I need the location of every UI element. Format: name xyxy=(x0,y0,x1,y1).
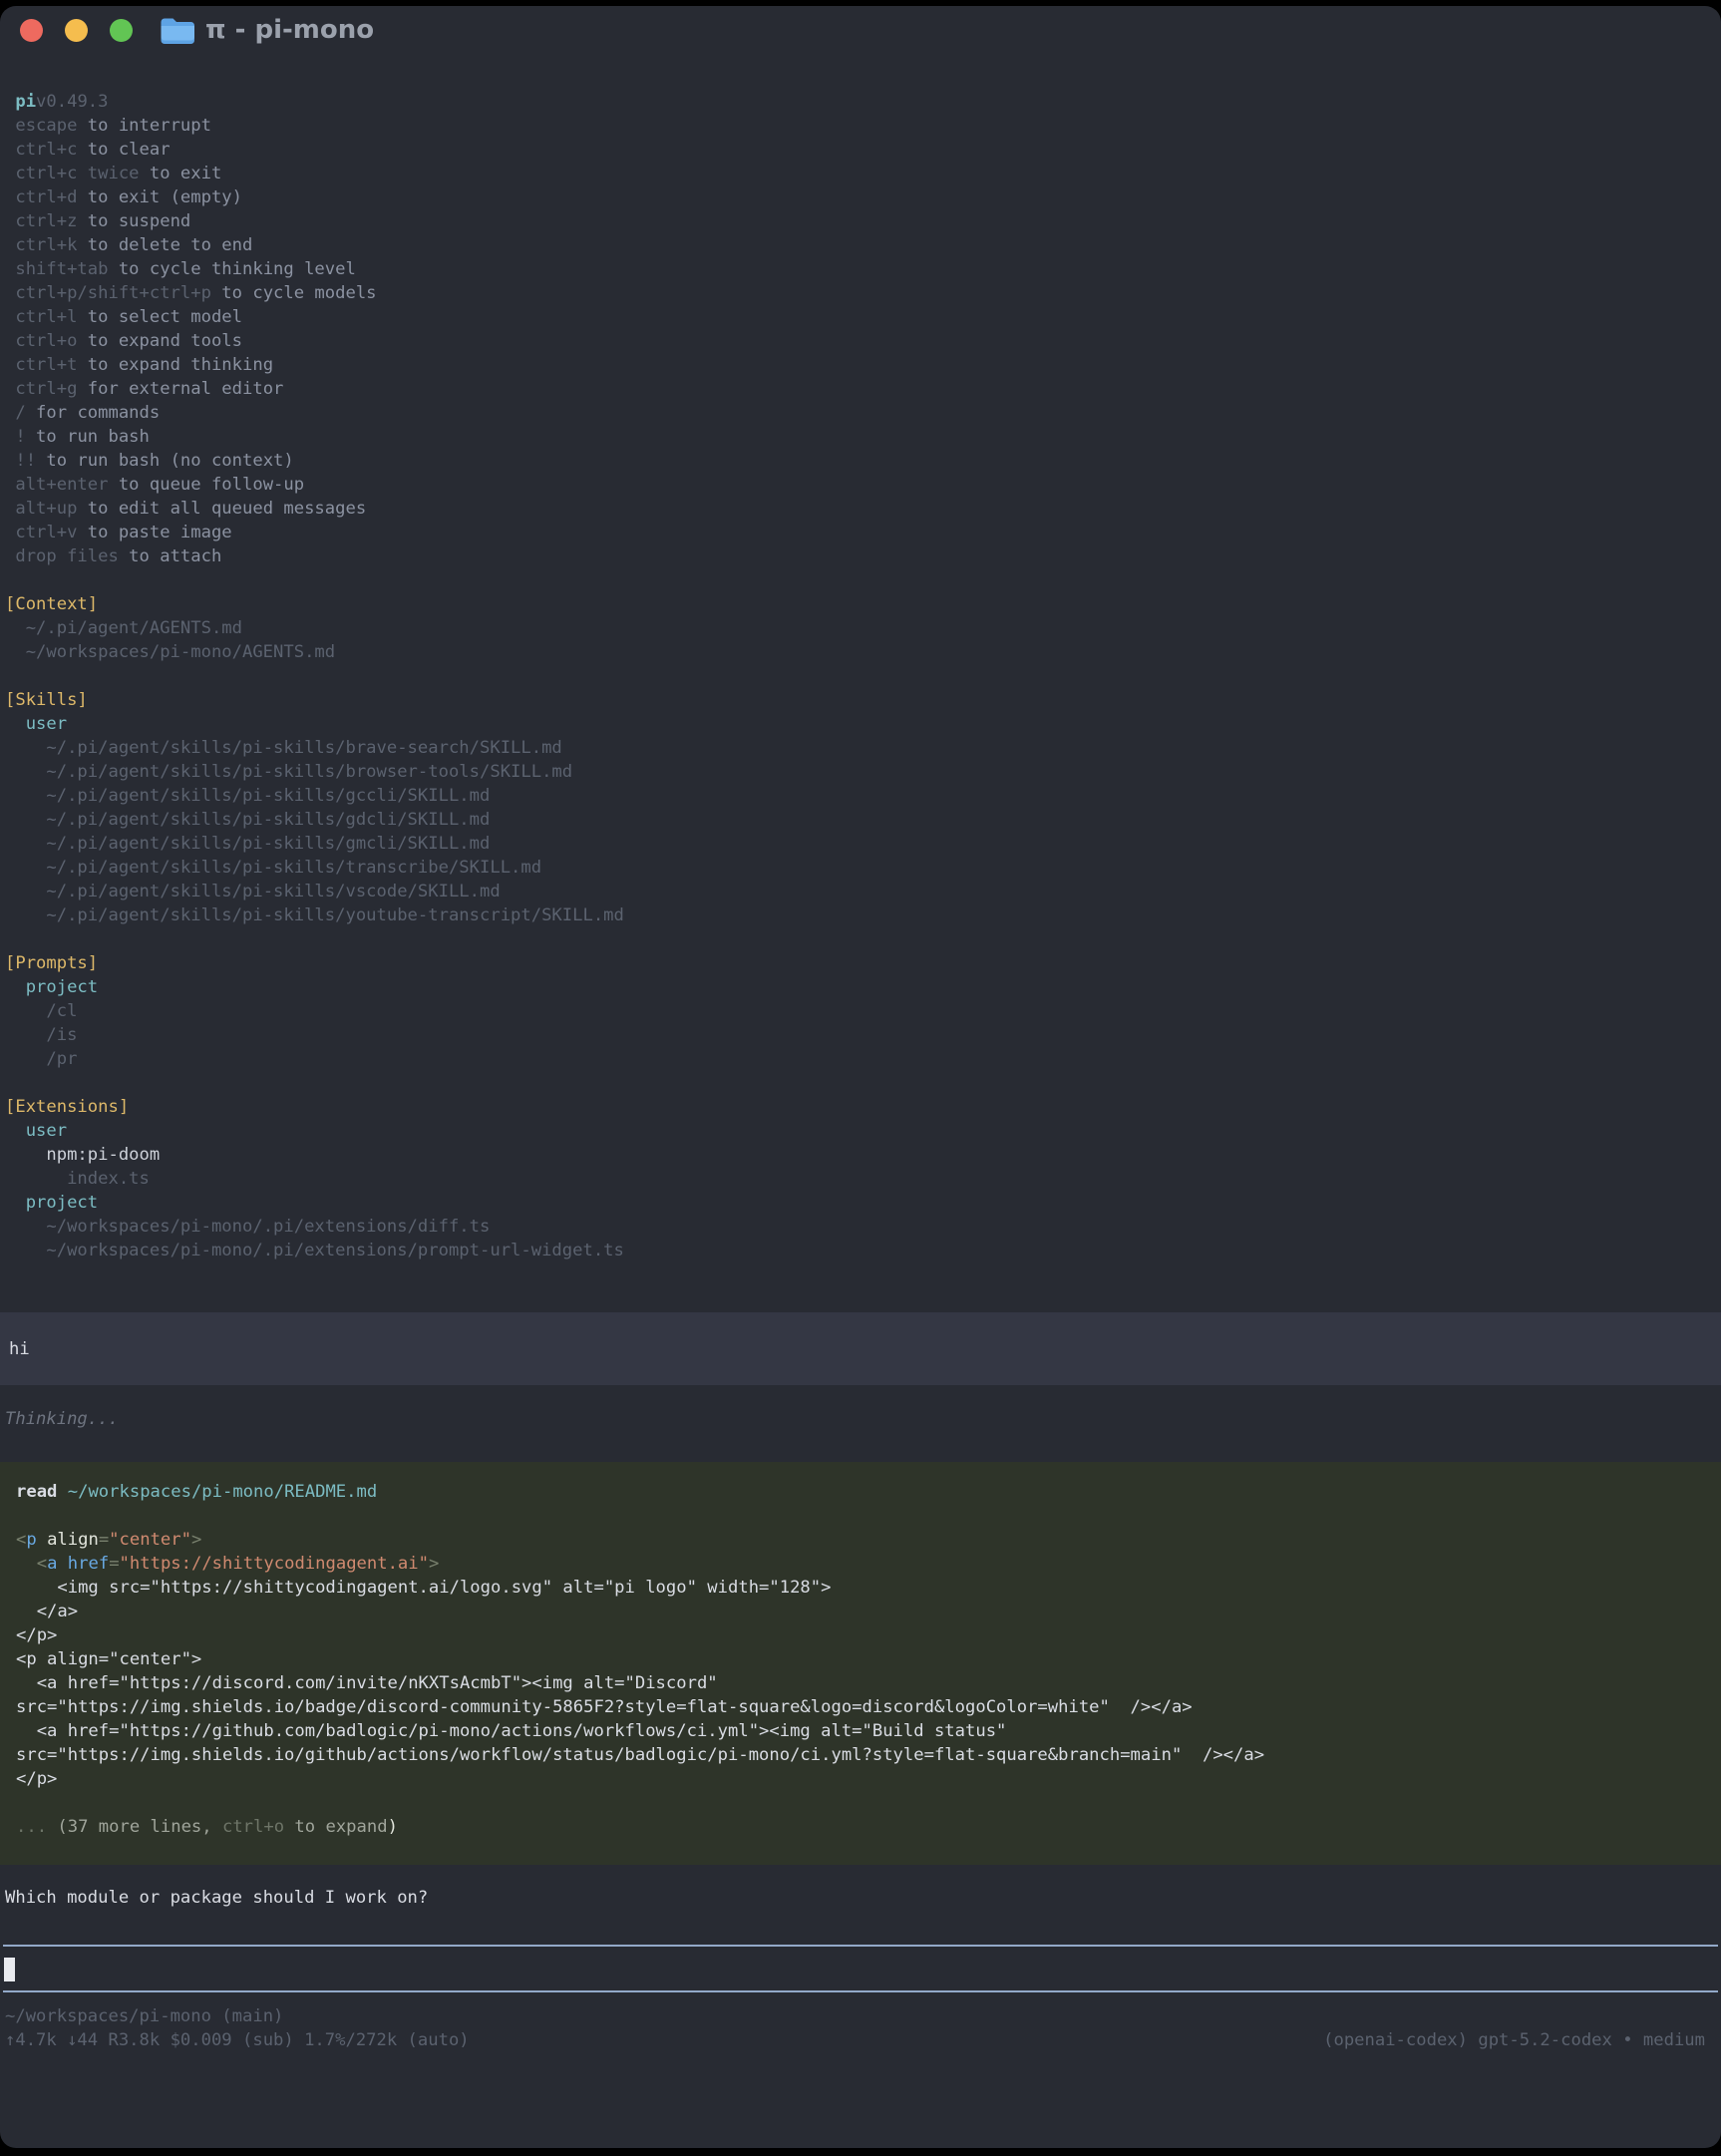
extension-path: ~/workspaces/pi-mono/.pi/extensions/prom… xyxy=(5,1239,1721,1262)
blank-line xyxy=(5,664,1721,688)
hint-line: ctrl+oto expand tools xyxy=(5,329,1721,353)
code-line: </p> xyxy=(16,1623,1705,1647)
code-line: <a href="https://github.com/badlogic/pi-… xyxy=(16,1719,1705,1743)
screen: { "window": { "title": "π - pi-mono" }, … xyxy=(0,0,1721,2156)
code-line: src="https://img.shields.io/badge/discor… xyxy=(16,1695,1705,1719)
tool-arg: ~/workspaces/pi-mono/README.md xyxy=(68,1482,377,1502)
code-line: <img src="https://shittycodingagent.ai/l… xyxy=(16,1576,1705,1600)
app-name: pi xyxy=(15,92,36,112)
folder-icon xyxy=(160,16,194,50)
prompt-item: /is xyxy=(5,1023,1721,1047)
user-message: hi xyxy=(0,1312,1721,1385)
tool-call-box: read ~/workspaces/pi-mono/README.md <p a… xyxy=(0,1462,1721,1865)
skill-path: ~/.pi/agent/skills/pi-skills/transcribe/… xyxy=(5,856,1721,880)
extension-npm-file: index.ts xyxy=(5,1167,1721,1191)
skill-path: ~/.pi/agent/skills/pi-skills/browser-too… xyxy=(5,760,1721,784)
user-message-text: hi xyxy=(9,1337,30,1361)
tool-name: read xyxy=(16,1482,57,1502)
hint-line: ctrl+gfor external editor xyxy=(5,377,1721,401)
prompt-input[interactable] xyxy=(3,1945,1718,1992)
skill-path: ~/.pi/agent/skills/pi-skills/gmcli/SKILL… xyxy=(5,832,1721,856)
code-line: <a href="https://shittycodingagent.ai"> xyxy=(16,1552,1705,1576)
code-line: </p> xyxy=(16,1767,1705,1791)
thinking-indicator: Thinking... xyxy=(5,1407,119,1431)
hint-line: drop filesto attach xyxy=(5,544,1721,568)
prompts-scope: project xyxy=(5,975,1721,999)
cwd-branch: ~/workspaces/pi-mono (main) xyxy=(5,2004,1705,2028)
prompt-item: /cl xyxy=(5,999,1721,1023)
extension-npm-package: npm:pi-doom xyxy=(5,1143,1721,1167)
hint-line: alt+enterto queue follow-up xyxy=(5,473,1721,497)
skill-path: ~/.pi/agent/skills/pi-skills/gdcli/SKILL… xyxy=(5,808,1721,832)
skill-path: ~/.pi/agent/skills/pi-skills/vscode/SKIL… xyxy=(5,880,1721,903)
blank-line xyxy=(5,568,1721,592)
minimize-button[interactable] xyxy=(65,19,88,42)
code-line: src="https://img.shields.io/github/actio… xyxy=(16,1743,1705,1767)
hint-line: ctrl+zto suspend xyxy=(5,209,1721,233)
hint-line: ctrl+cto clear xyxy=(5,138,1721,162)
extensions-project-scope: project xyxy=(5,1191,1721,1215)
status-bar: ~/workspaces/pi-mono (main) ↑4.7k ↓44 R3… xyxy=(5,2004,1705,2052)
zoom-button[interactable] xyxy=(110,19,133,42)
extensions-user-scope: user xyxy=(5,1119,1721,1143)
prompts-section-header: [Prompts] xyxy=(5,951,1721,975)
prompt-item: /pr xyxy=(5,1047,1721,1071)
skill-path: ~/.pi/agent/skills/pi-skills/brave-searc… xyxy=(5,736,1721,760)
skills-section-header: [Skills] xyxy=(5,688,1721,712)
hint-line: !to run bash xyxy=(5,425,1721,449)
hint-line: alt+upto edit all queued messages xyxy=(5,497,1721,521)
code-line: <p align="center"> xyxy=(16,1647,1705,1671)
hint-line: ctrl+dto exit (empty) xyxy=(5,185,1721,209)
assistant-message: Which module or package should I work on… xyxy=(5,1886,428,1910)
extension-path: ~/workspaces/pi-mono/.pi/extensions/diff… xyxy=(5,1215,1721,1239)
text-cursor[interactable] xyxy=(4,1958,15,1981)
model-info: (openai-codex) gpt-5.2-codex • medium xyxy=(1323,2028,1705,2052)
code-line: <p align="center"> xyxy=(16,1528,1705,1552)
app-version-line: piv0.49.3 xyxy=(5,90,1721,114)
blank-line xyxy=(16,1504,1705,1528)
hint-line: ctrl+p/shift+ctrl+pto cycle models xyxy=(5,281,1721,305)
hint-line: ctrl+lto select model xyxy=(5,305,1721,329)
hint-line: /for commands xyxy=(5,401,1721,425)
hint-line: ctrl+vto paste image xyxy=(5,521,1721,544)
tool-call-header: read ~/workspaces/pi-mono/README.md xyxy=(16,1480,1705,1504)
window-title: π - pi-mono xyxy=(205,15,374,45)
truncation-notice: ... (37 more lines, ctrl+o to expand) xyxy=(16,1815,1705,1839)
skills-scope: user xyxy=(5,712,1721,736)
app-version: v0.49.3 xyxy=(36,92,108,112)
code-line: </a> xyxy=(16,1600,1705,1623)
context-path: ~/.pi/agent/AGENTS.md xyxy=(5,616,1721,640)
blank-line xyxy=(16,1791,1705,1815)
close-button[interactable] xyxy=(20,19,43,42)
session-info: piv0.49.3 escapeto interrupt ctrl+cto cl… xyxy=(5,90,1721,1262)
hint-line: !!to run bash (no context) xyxy=(5,449,1721,473)
extensions-section-header: [Extensions] xyxy=(5,1095,1721,1119)
hint-line: shift+tabto cycle thinking level xyxy=(5,257,1721,281)
code-line: <a href="https://discord.com/invite/nKXT… xyxy=(16,1671,1705,1695)
hint-line: ctrl+kto delete to end xyxy=(5,233,1721,257)
context-path: ~/workspaces/pi-mono/AGENTS.md xyxy=(5,640,1721,664)
blank-line xyxy=(5,1071,1721,1095)
context-section-header: [Context] xyxy=(5,592,1721,616)
blank-line xyxy=(5,927,1721,951)
hint-line: ctrl+tto expand thinking xyxy=(5,353,1721,377)
skill-path: ~/.pi/agent/skills/pi-skills/youtube-tra… xyxy=(5,903,1721,927)
hint-line: ctrl+c twiceto exit xyxy=(5,162,1721,185)
hint-line: escapeto interrupt xyxy=(5,114,1721,138)
skill-path: ~/.pi/agent/skills/pi-skills/gccli/SKILL… xyxy=(5,784,1721,808)
